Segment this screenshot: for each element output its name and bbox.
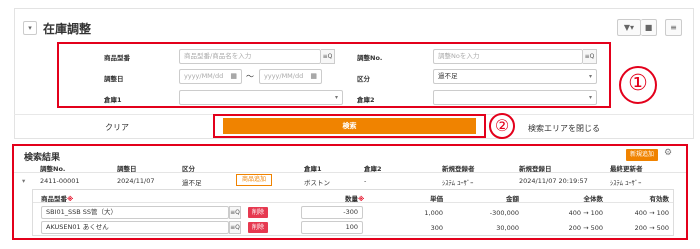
- category-select[interactable]: 過不足 ▾: [433, 69, 597, 84]
- adjustment-no-label: 調整No.: [357, 54, 383, 62]
- quantity-input[interactable]: -300: [301, 206, 363, 219]
- chevron-down-icon: ▾: [334, 94, 338, 101]
- new-add-button[interactable]: 新規追加: [626, 149, 658, 161]
- chevron-down-icon[interactable]: ▾: [23, 21, 37, 35]
- product-input[interactable]: SBI01_SSB SS管（大）: [41, 206, 229, 219]
- date-range-separator: 〜: [246, 72, 254, 81]
- adjustment-date-label: 調整日: [104, 75, 124, 83]
- search-icon[interactable]: ≡Q: [229, 206, 241, 219]
- date-to-input[interactable]: yyyy/MM/dd ▦: [259, 69, 322, 84]
- annotation-marker-1: ①: [619, 66, 657, 104]
- filter-icon[interactable]: ▼▾: [617, 19, 641, 36]
- cell-updated-by: ｼｽﾃﾑ ﾕｰｻﾞｰ: [610, 179, 642, 187]
- date-from-input[interactable]: yyyy/MM/dd ▦: [179, 69, 242, 84]
- calendar-icon[interactable]: ▦: [310, 70, 317, 83]
- product-search-button[interactable]: ≡Q: [321, 49, 335, 64]
- add-product-button[interactable]: 商品追加: [236, 174, 272, 186]
- detail-table: 商品型番※ 数量※ 単価 金額 全体数 有効数 SBI01_SSB SS管（大）…: [32, 189, 674, 236]
- gear-icon[interactable]: ⚙: [664, 148, 672, 158]
- cell-adjustment-no[interactable]: 2411-00001: [40, 177, 80, 185]
- chevron-down-icon: ▾: [588, 94, 592, 101]
- cell-amount: 30,000: [496, 224, 519, 232]
- delete-button[interactable]: 削除: [248, 207, 268, 218]
- cell-total: 400 → 100: [568, 209, 603, 217]
- warehouse2-label: 倉庫2: [357, 96, 375, 104]
- panel-header: ▾ 在庫調整 ▼▾ ■ ≡: [15, 9, 693, 43]
- calendar-icon[interactable]: ▦: [230, 70, 237, 83]
- clear-button[interactable]: クリア: [105, 122, 129, 133]
- cell-amount: -300,000: [489, 209, 519, 217]
- results-title: 検索結果: [24, 153, 61, 163]
- divider: [14, 172, 686, 173]
- cell-warehouse1: ボストン: [304, 179, 330, 187]
- expand-row-icon[interactable]: ▾: [22, 177, 25, 185]
- results-panel: 検索結果 新規追加 ⚙ 調整No. 調整日 区分 倉庫1 倉庫2 新規登録者 新…: [12, 144, 688, 240]
- cell-date: 2024/11/07: [117, 177, 155, 185]
- chevron-down-icon: ▾: [588, 73, 592, 80]
- search-button[interactable]: 検索: [223, 118, 476, 134]
- cell-created-at: 2024/11/07 20:19:57: [519, 177, 588, 185]
- cell-created-by: ｼｽﾃﾑ ﾕｰｻﾞｰ: [442, 179, 474, 187]
- category-label: 区分: [357, 75, 370, 83]
- product-input[interactable]: AKUSEN01 あくせん: [41, 221, 229, 234]
- search-icon[interactable]: ≡Q: [229, 221, 241, 234]
- cell-available: 200 → 500: [634, 224, 669, 232]
- page-title: 在庫調整: [43, 22, 92, 36]
- warehouse2-select[interactable]: ▾: [433, 90, 597, 105]
- divider: [33, 202, 673, 203]
- folder-icon[interactable]: ■: [641, 19, 657, 36]
- hamburger-icon[interactable]: ≡: [665, 19, 682, 36]
- annotation-marker-2: ②: [489, 113, 515, 139]
- cell-category: 過不足: [182, 179, 202, 187]
- product-code-label: 商品型番: [104, 54, 130, 62]
- warehouse1-label: 倉庫1: [104, 96, 122, 104]
- close-search-area-link[interactable]: 検索エリアを閉じる: [528, 123, 600, 134]
- cell-total: 200 → 500: [568, 224, 603, 232]
- cell-unit-price: 1,000: [424, 209, 443, 217]
- adjustment-search-button[interactable]: ≡Q: [583, 49, 597, 64]
- delete-button[interactable]: 削除: [248, 222, 268, 233]
- cell-available: 400 → 100: [634, 209, 669, 217]
- cell-unit-price: 300: [430, 224, 443, 232]
- warehouse1-select[interactable]: ▾: [179, 90, 343, 105]
- product-code-input[interactable]: 商品型番/商品名を入力: [179, 49, 321, 64]
- quantity-input[interactable]: 100: [301, 221, 363, 234]
- cell-warehouse2: -: [364, 177, 367, 185]
- adjustment-no-input[interactable]: 調整Noを入力: [433, 49, 583, 64]
